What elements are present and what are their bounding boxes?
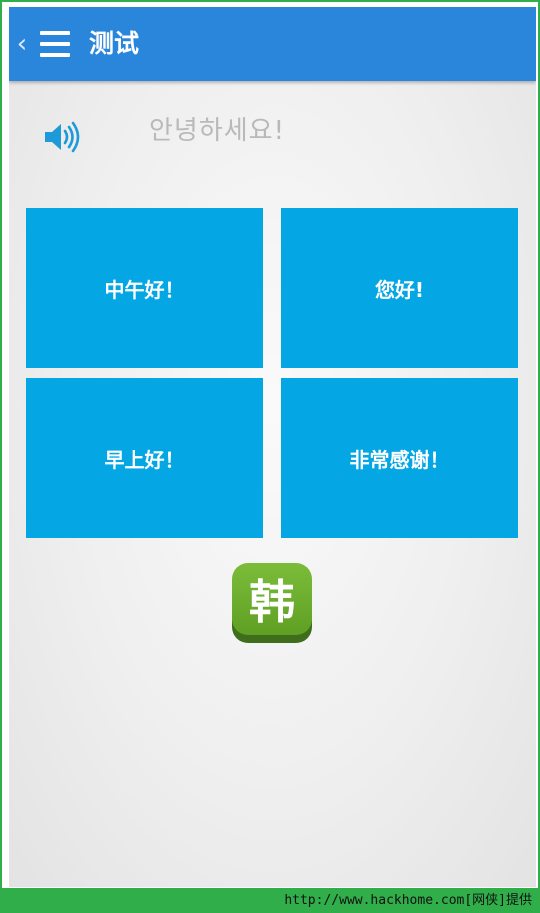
hamburger-menu-icon[interactable]: [40, 31, 70, 57]
answer-option-2[interactable]: 您好!: [281, 208, 518, 368]
page-title: 测试: [89, 29, 140, 58]
watermark-text: http://www.hackhome.com[网侠]提供: [284, 893, 532, 908]
logo-face: 韩: [232, 563, 312, 635]
answer-option-1[interactable]: 中午好！: [26, 208, 263, 368]
app-logo: 韩: [232, 563, 312, 643]
answer-option-label: 早上好！: [104, 447, 185, 472]
watermark-bar: http://www.hackhome.com[网侠]提供: [0, 888, 540, 913]
app-screen: ‹ 测试 안녕하세요! 中午好！ 您好! 早上好！ 非常感谢！ 韩: [9, 7, 536, 887]
speaker-volume-icon[interactable]: [43, 120, 81, 154]
answer-option-4[interactable]: 非常感谢！: [281, 378, 518, 538]
answer-option-3[interactable]: 早上好！: [26, 378, 263, 538]
answer-option-label: 非常感谢！: [349, 447, 450, 472]
answer-option-label: 中午好！: [104, 277, 185, 302]
app-bar: ‹ 测试: [9, 7, 536, 81]
chevron-left-icon[interactable]: ‹: [15, 29, 29, 59]
question-text: 안녕하세요!: [149, 116, 286, 146]
answer-option-label: 您好!: [374, 277, 425, 302]
